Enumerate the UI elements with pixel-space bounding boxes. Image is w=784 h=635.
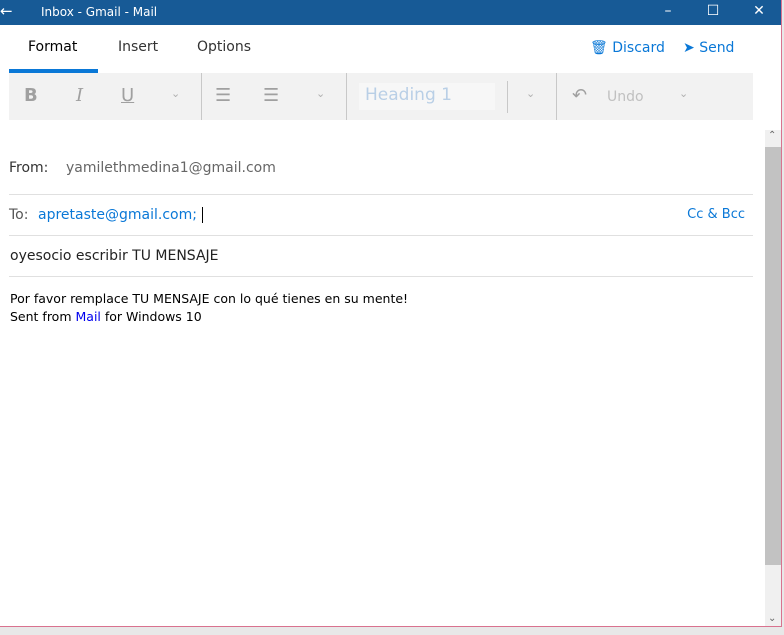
back-arrow-icon[interactable]: ← [0, 2, 13, 20]
divider [556, 73, 557, 120]
send-icon: ➤ [683, 40, 695, 56]
undo-button[interactable]: Undo [607, 89, 644, 105]
tab-options[interactable]: Options [197, 39, 251, 55]
chevron-down-icon[interactable]: ⌄ [679, 87, 688, 100]
divider [507, 81, 508, 113]
paragraph-style-select[interactable]: Heading 1 [359, 83, 495, 110]
undo-icon[interactable]: ↶ [572, 85, 587, 106]
mail-compose-window: ← Inbox - Gmail - Mail – ☐ ✕ Format Inse… [0, 0, 782, 627]
from-account[interactable]: yamilethmedina1@gmail.com [66, 160, 276, 176]
mail-link[interactable]: Mail [76, 309, 101, 324]
scroll-down-icon[interactable]: ⌄ [768, 613, 776, 624]
subject-text: oyesocio escribir TU MENSAJE [10, 248, 219, 264]
minimize-icon[interactable]: – [645, 0, 691, 25]
underline-button[interactable]: U [121, 85, 134, 106]
signature-prefix: Sent from [10, 309, 76, 324]
format-toolbar: B I U ⌄ ☰ ☰ ⌄ Heading 1 ⌄ ↶ Undo ⌄ [9, 73, 753, 120]
discard-label: Discard [612, 40, 665, 56]
to-input[interactable]: apretaste@gmail.com; [38, 207, 203, 223]
scroll-up-icon[interactable]: ⌃ [768, 130, 776, 141]
title-bar: ← Inbox - Gmail - Mail – ☐ ✕ [0, 0, 781, 25]
from-row: From: yamilethmedina1@gmail.com [9, 150, 753, 195]
send-button[interactable]: ➤ Send [683, 40, 734, 56]
tab-insert[interactable]: Insert [118, 39, 158, 55]
window-title: Inbox - Gmail - Mail [41, 5, 158, 19]
from-label: From: [9, 160, 49, 176]
close-icon[interactable]: ✕ [736, 0, 781, 25]
maximize-icon[interactable]: ☐ [690, 0, 736, 25]
ribbon-tabs: Format Insert Options 🗑 Discard ➤ Send [0, 25, 781, 73]
tab-format[interactable]: Format [28, 39, 77, 55]
subject-field[interactable]: oyesocio escribir TU MENSAJE [9, 236, 753, 277]
discard-button[interactable]: 🗑 Discard [590, 40, 665, 56]
signature-line[interactable]: Sent from Mail for Windows 10 [10, 309, 202, 324]
bullet-list-icon[interactable]: ☰ [215, 85, 231, 106]
numbered-list-icon[interactable]: ☰ [263, 85, 279, 106]
signature-suffix: for Windows 10 [100, 309, 202, 324]
cc-bcc-button[interactable]: Cc & Bcc [687, 207, 745, 222]
chevron-down-icon[interactable]: ⌄ [526, 87, 535, 100]
send-label: Send [699, 40, 735, 56]
to-label: To: [9, 207, 29, 223]
chevron-down-icon[interactable]: ⌄ [171, 87, 180, 100]
scrollbar-thumb[interactable] [765, 147, 781, 565]
vertical-scrollbar[interactable]: ⌃ ⌄ [765, 130, 781, 626]
divider [346, 73, 347, 120]
bold-button[interactable]: B [24, 85, 38, 106]
to-row: To: apretaste@gmail.com; Cc & Bcc [9, 195, 753, 236]
chevron-down-icon[interactable]: ⌄ [316, 87, 325, 100]
message-body-line[interactable]: Por favor remplace TU MENSAJE con lo qué… [10, 291, 408, 306]
trash-icon: 🗑 [590, 40, 608, 56]
italic-button[interactable]: I [76, 85, 83, 106]
divider [201, 73, 202, 120]
